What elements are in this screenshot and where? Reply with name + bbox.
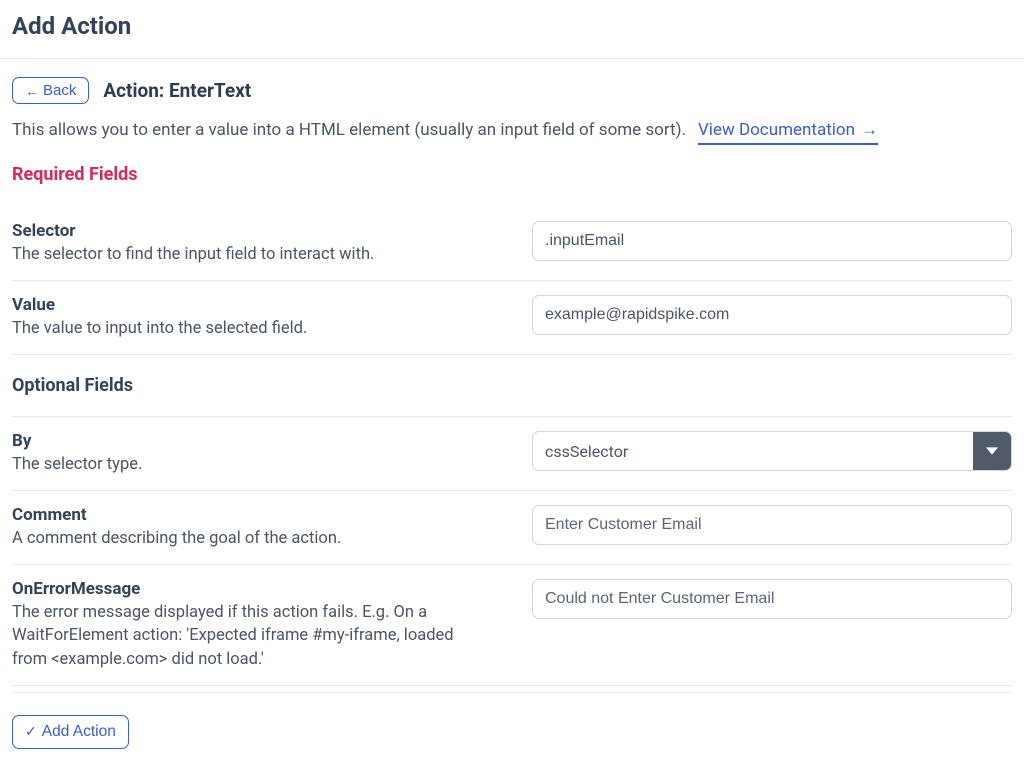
arrow-right-icon: → bbox=[861, 120, 878, 140]
action-header-label: Action: EnterText bbox=[103, 79, 251, 102]
action-description: This allows you to enter a value into a … bbox=[12, 120, 686, 140]
action-header-row: ← Back Action: EnterText bbox=[12, 77, 1012, 104]
footer: ✓ Add Action bbox=[12, 692, 1012, 749]
value-input[interactable] bbox=[532, 295, 1012, 335]
field-row-selector: Selector The selector to find the input … bbox=[12, 207, 1012, 280]
view-documentation-link[interactable]: View Documentation → bbox=[698, 120, 878, 145]
page-title: Add Action bbox=[12, 12, 1012, 58]
optional-fields-title: Optional Fields bbox=[12, 355, 1012, 416]
field-row-by: By The selector type. cssSelector bbox=[12, 417, 1012, 490]
selector-help: The selector to find the input field to … bbox=[12, 243, 492, 266]
back-button-label: Back bbox=[43, 82, 76, 99]
value-label: Value bbox=[12, 295, 492, 315]
arrow-left-icon: ← bbox=[25, 84, 39, 98]
field-row-comment: Comment A comment describing the goal of… bbox=[12, 491, 1012, 564]
field-row-value: Value The value to input into the select… bbox=[12, 281, 1012, 354]
description-row: This allows you to enter a value into a … bbox=[12, 120, 1012, 140]
comment-label: Comment bbox=[12, 505, 492, 525]
add-action-button-label: Add Action bbox=[42, 723, 116, 741]
value-help: The value to input into the selected fie… bbox=[12, 317, 492, 340]
onerror-help: The error message displayed if this acti… bbox=[12, 601, 492, 670]
header-divider bbox=[0, 58, 1024, 59]
by-label: By bbox=[12, 431, 492, 451]
required-fields-title: Required Fields bbox=[12, 164, 1012, 185]
chevron-down-icon[interactable] bbox=[973, 432, 1011, 470]
comment-help: A comment describing the goal of the act… bbox=[12, 527, 492, 550]
by-select-value[interactable]: cssSelector bbox=[533, 432, 973, 470]
doc-link-label: View Documentation bbox=[698, 120, 855, 140]
selector-input[interactable] bbox=[532, 221, 1012, 261]
onerror-input[interactable] bbox=[532, 579, 1012, 619]
by-select[interactable]: cssSelector bbox=[532, 431, 1012, 471]
back-button[interactable]: ← Back bbox=[12, 77, 89, 104]
selector-label: Selector bbox=[12, 221, 492, 241]
check-icon: ✓ bbox=[25, 723, 37, 740]
comment-input[interactable] bbox=[532, 505, 1012, 545]
add-action-button[interactable]: ✓ Add Action bbox=[12, 715, 129, 749]
onerror-label: OnErrorMessage bbox=[12, 579, 492, 599]
by-help: The selector type. bbox=[12, 453, 492, 476]
field-row-onerror: OnErrorMessage The error message display… bbox=[12, 565, 1012, 684]
